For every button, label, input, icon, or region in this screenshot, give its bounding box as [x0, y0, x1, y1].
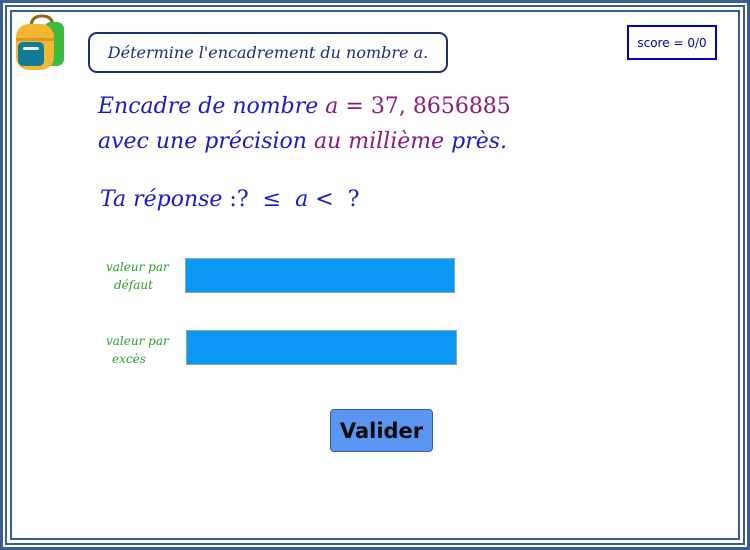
- excess-label-line1: valeur par: [106, 334, 169, 348]
- default-value-input[interactable]: [185, 258, 455, 293]
- default-label-line2: défaut: [114, 278, 153, 292]
- score-label: score: [637, 35, 670, 50]
- instruction-box: Détermine l'encadrement du nombre a.: [88, 32, 448, 73]
- question-prefix: Encadre de nombre: [98, 94, 319, 119]
- score-box: score = 0/0: [627, 25, 717, 60]
- precision-prefix: avec une précision: [98, 129, 307, 154]
- question-line-1: Encadre de nombre a = 37, 8656885: [98, 94, 511, 119]
- default-value-label: valeur par défaut: [106, 258, 169, 294]
- excess-label-line2: excès: [112, 352, 146, 366]
- validate-button[interactable]: Valider: [330, 409, 433, 452]
- answer-upper-placeholder: ?: [347, 187, 360, 212]
- answer-lower-placeholder: ?: [236, 187, 249, 212]
- answer-variable: a: [295, 187, 309, 212]
- answer-le-symbol: ≤: [262, 187, 282, 212]
- backpack-icon: [16, 14, 64, 70]
- question-line-2: avec une précision au millième près.: [98, 129, 507, 154]
- question-equals: =: [345, 94, 364, 119]
- excess-value-label: valeur par excès: [106, 332, 169, 368]
- score-equals: =: [673, 35, 684, 50]
- answer-label: Ta réponse: [100, 187, 223, 212]
- answer-template: Ta réponse :? ≤ a < ?: [100, 187, 359, 212]
- answer-colon: :: [229, 187, 237, 212]
- question-number: 37, 8656885: [370, 94, 511, 119]
- question-variable: a: [325, 94, 339, 119]
- score-value: 0/0: [687, 35, 707, 50]
- default-label-line1: valeur par: [106, 260, 169, 274]
- excess-value-input[interactable]: [186, 330, 457, 365]
- precision-value: au millième: [313, 129, 445, 154]
- precision-suffix: près.: [451, 129, 508, 154]
- answer-lt-symbol: <: [315, 187, 334, 212]
- instruction-text: Détermine l'encadrement du nombre a.: [107, 43, 429, 62]
